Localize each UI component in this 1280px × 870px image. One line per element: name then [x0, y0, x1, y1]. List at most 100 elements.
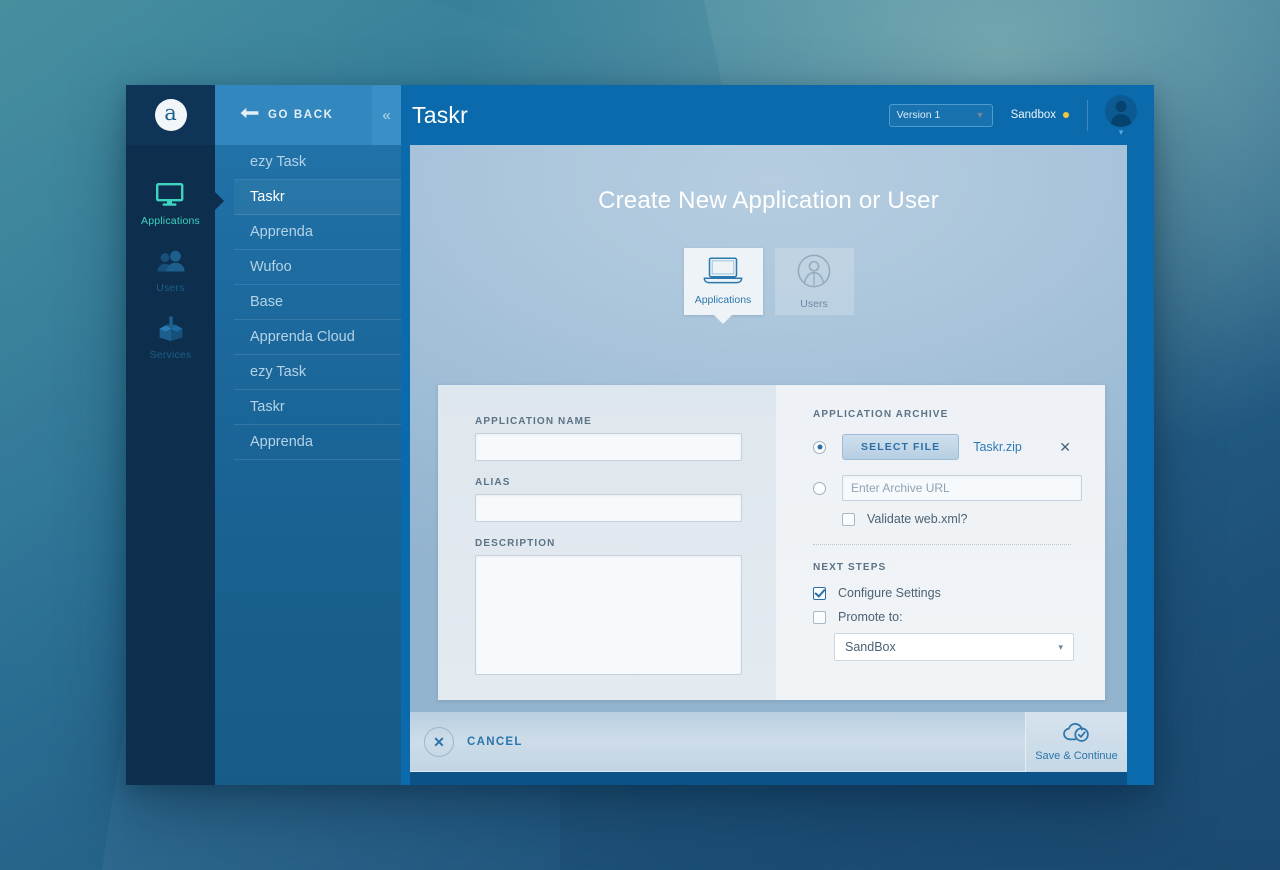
main-column: Taskr Version 1 ▼ Sandbox ▾ Create New A… [401, 85, 1154, 785]
configure-settings-checkbox[interactable] [813, 586, 826, 600]
save-and-continue-label: Save & Continue [1035, 749, 1118, 762]
archive-file-row: SELECT FILE Taskr.zip ✕ [813, 434, 1105, 460]
app-window: a Applications Users Services GO BACK « … [126, 85, 1154, 785]
application-list-rows: ezy Task Taskr Apprenda Wufoo Base Appre… [215, 145, 401, 460]
top-bar: Taskr Version 1 ▼ Sandbox ▾ [401, 85, 1154, 145]
application-archive-label: APPLICATION ARCHIVE [813, 409, 949, 420]
alias-input[interactable] [475, 494, 742, 522]
application-name-field: APPLICATION NAME [475, 416, 776, 461]
alias-field: ALIAS [475, 477, 776, 522]
tab-label: Applications [694, 294, 752, 306]
page-title: Taskr [412, 101, 468, 128]
list-item[interactable]: Apprenda Cloud [234, 320, 401, 355]
list-item[interactable]: Base [234, 285, 401, 320]
promote-target-select[interactable]: SandBox ▾ [834, 633, 1074, 661]
laptop-icon [703, 257, 743, 289]
form-right-column: APPLICATION ARCHIVE SELECT FILE Taskr.zi… [776, 385, 1105, 700]
list-item[interactable]: Apprenda [234, 215, 401, 250]
archive-url-input[interactable] [842, 475, 1082, 501]
archive-source-url-radio[interactable] [813, 481, 826, 495]
chevron-down-icon: ▾ [1058, 641, 1063, 652]
go-back-label: GO BACK [268, 109, 334, 121]
next-steps-label: NEXT STEPS [813, 562, 887, 573]
users-icon [155, 245, 187, 279]
description-label: DESCRIPTION [475, 538, 556, 549]
create-form-card: APPLICATION NAME ALIAS DESCRIPTION APPLI… [438, 385, 1105, 700]
top-bar-controls: Version 1 ▼ Sandbox ▾ [888, 94, 1154, 137]
chevron-down-icon: ▼ [975, 110, 985, 120]
chevron-down-icon: ▾ [1118, 126, 1124, 137]
logo-letter: a [154, 99, 187, 131]
status-dot-icon [1063, 112, 1069, 118]
environment-indicator[interactable]: Sandbox [1011, 109, 1069, 121]
app-logo[interactable]: a [126, 85, 215, 145]
application-list-panel: GO BACK « ezy Task Taskr Apprenda Wufoo … [215, 85, 401, 785]
promote-to-checkbox[interactable] [813, 610, 826, 624]
sidebar-item-applications[interactable]: Applications [126, 178, 224, 245]
sidebar-item-users[interactable]: Users [126, 245, 215, 312]
action-footer: ✕ CANCEL Save & Continue [410, 712, 1127, 772]
save-and-continue-button[interactable]: Save & Continue [1026, 712, 1127, 772]
alias-label: ALIAS [475, 477, 511, 488]
list-item[interactable]: Apprenda [234, 425, 401, 460]
entity-type-tabs: Applications Users [410, 248, 1127, 315]
archive-url-row [813, 475, 1105, 501]
avatar-head [1115, 100, 1127, 112]
application-name-label: APPLICATION NAME [475, 416, 592, 427]
sidebar-item-services[interactable]: Services [126, 312, 215, 379]
list-item[interactable]: Taskr [234, 180, 401, 215]
divider [1087, 99, 1088, 131]
primary-nav-rail: a Applications Users Services [126, 85, 224, 785]
configure-settings-row: Configure Settings [813, 586, 1105, 600]
description-input[interactable] [475, 555, 742, 675]
tab-label: Users [800, 297, 828, 310]
panel-title: Create New Application or User [598, 187, 939, 214]
configure-settings-label: Configure Settings [838, 586, 941, 600]
archive-source-file-radio[interactable] [813, 440, 826, 454]
footer-strip [410, 772, 1127, 785]
version-select[interactable]: Version 1 ▼ [888, 103, 993, 127]
package-download-icon [156, 312, 186, 346]
promote-target-value: SandBox [845, 640, 896, 654]
cancel-button[interactable]: ✕ CANCEL [424, 727, 523, 757]
application-list-scrollbar[interactable] [397, 145, 401, 785]
application-name-input[interactable] [475, 433, 742, 461]
list-item[interactable]: Taskr [234, 390, 401, 425]
go-back-button[interactable]: GO BACK [240, 106, 334, 124]
cancel-label: CANCEL [467, 736, 523, 748]
divider [813, 544, 1071, 545]
account-menu[interactable]: ▾ [1105, 94, 1137, 137]
sidebar-item-label: Applications [140, 215, 201, 227]
cloud-check-icon [1063, 722, 1090, 747]
content-stage: Create New Application or User Applicati… [401, 145, 1154, 712]
avatar-body [1111, 113, 1131, 127]
close-icon: ✕ [424, 727, 454, 757]
sidebar-item-label: Services [149, 349, 192, 361]
user-circle-icon [797, 254, 831, 293]
form-left-column: APPLICATION NAME ALIAS DESCRIPTION [438, 385, 776, 700]
collapse-panel-button[interactable]: « [372, 85, 401, 145]
arrow-left-icon [240, 106, 259, 124]
list-item[interactable]: ezy Task [234, 145, 401, 180]
monitor-icon [155, 178, 186, 212]
select-file-button[interactable]: SELECT FILE [842, 434, 960, 460]
tab-applications[interactable]: Applications [683, 248, 763, 315]
promote-to-row: Promote to: [813, 610, 1105, 624]
sidebar-item-label: Users [156, 282, 185, 294]
environment-name: Sandbox [1010, 109, 1056, 121]
close-icon[interactable]: ✕ [1059, 439, 1071, 456]
avatar [1105, 94, 1137, 127]
description-field: DESCRIPTION [475, 538, 776, 680]
version-select-value: Version 1 [896, 109, 941, 121]
rail-nav-items: Applications Users Services [126, 145, 224, 379]
create-panel: Create New Application or User Applicati… [410, 145, 1127, 712]
validate-webxml-row: Validate web.xml? [842, 512, 1105, 526]
validate-webxml-checkbox[interactable] [842, 512, 855, 526]
selected-file-name: Taskr.zip [973, 440, 1022, 454]
list-item[interactable]: Wufoo [234, 250, 401, 285]
list-item[interactable]: ezy Task [234, 355, 401, 390]
validate-webxml-label: Validate web.xml? [867, 512, 968, 526]
tab-users[interactable]: Users [774, 248, 854, 315]
promote-to-label: Promote to: [838, 610, 903, 624]
application-list-header: GO BACK « [215, 85, 401, 145]
